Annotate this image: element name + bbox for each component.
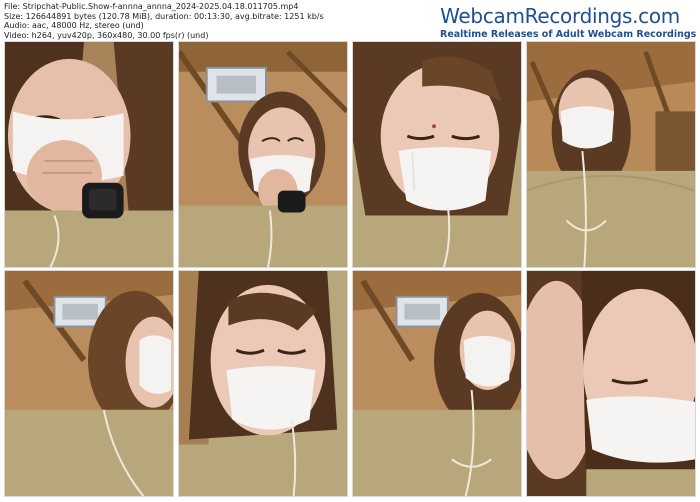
thumbnail-grid — [4, 41, 696, 497]
thumbnail-2 — [178, 41, 348, 268]
thumbnail-6-image — [179, 271, 347, 496]
contact-sheet: File: Stripchat-Public.Show-f-annna_annn… — [0, 0, 700, 502]
thumbnail-1 — [4, 41, 174, 268]
brand-tagline: Realtime Releases of Adult Webcam Record… — [440, 29, 697, 40]
thumbnail-1-image — [5, 42, 173, 267]
brand-logo: WebcamRecordings.com — [440, 4, 680, 28]
file-size-line: Size: 126644891 bytes (120.78 MiB), dura… — [4, 11, 324, 21]
thumbnail-5 — [4, 270, 174, 497]
thumbnail-8 — [526, 270, 696, 497]
file-info-block: File: Stripchat-Public.Show-f-annna_annn… — [4, 2, 454, 40]
thumbnail-3-image — [353, 42, 521, 267]
thumbnail-7 — [352, 270, 522, 497]
thumbnail-8-image — [527, 271, 695, 496]
thumbnail-5-image — [5, 271, 173, 496]
thumbnail-3 — [352, 41, 522, 268]
video-info-line: Video: h264, yuv420p, 360x480, 30.00 fps… — [4, 30, 209, 40]
thumbnail-4-image — [527, 42, 695, 267]
thumbnail-2-image — [179, 42, 347, 267]
thumbnail-6 — [178, 270, 348, 497]
file-name-line: File: Stripchat-Public.Show-f-annna_annn… — [4, 2, 299, 11]
thumbnail-4 — [526, 41, 696, 268]
brand-watermark: WebcamRecordings.com Realtime Releases o… — [440, 4, 697, 41]
audio-info-line: Audio: aac, 48000 Hz, stereo (und) — [4, 21, 144, 31]
thumbnail-7-image — [353, 271, 521, 496]
